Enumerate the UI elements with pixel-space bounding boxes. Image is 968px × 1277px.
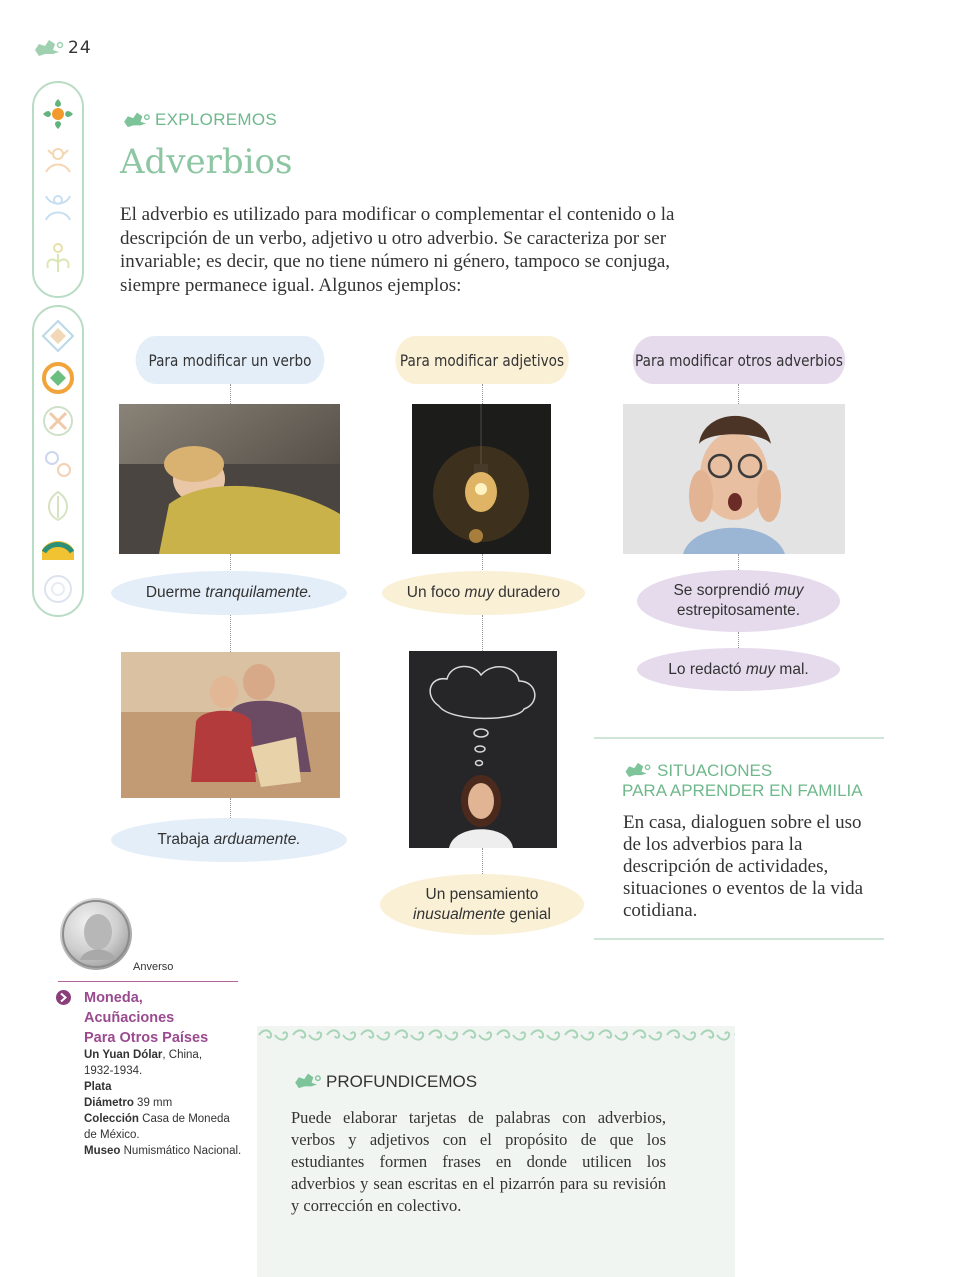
page-title: Adverbios	[120, 142, 293, 182]
example-verb-1: Duerme tranquilamente.	[111, 571, 347, 615]
flower-icon[interactable]	[40, 96, 76, 132]
category-verb: Para modificar un verbo	[135, 336, 325, 384]
circle-flower-icon[interactable]	[40, 571, 76, 607]
leaf-icon[interactable]	[40, 488, 76, 524]
example-verb-2: Trabaja arduamente.	[111, 818, 347, 862]
family-title: SITUACIONES PARA APRENDER EN FAMILIA	[622, 761, 863, 801]
connector	[230, 384, 231, 404]
coin-diameter-value: 39 mm	[133, 1097, 173, 1109]
connector	[482, 848, 483, 874]
page-header	[31, 36, 65, 62]
coin-metadata: Un Yuan Dólar, China, 1932-1934. Plata D…	[84, 1047, 244, 1159]
thinking-woman-photo	[409, 651, 557, 848]
page-number: 24	[68, 38, 92, 58]
category-adjective-label: Para modificar adjetivos	[399, 350, 565, 370]
hill-icon[interactable]	[40, 530, 76, 566]
example-adj-2-post: genial	[505, 905, 551, 923]
example-adv-2-pre: Lo redactó	[668, 660, 746, 678]
sprout-icon[interactable]	[40, 240, 76, 276]
section-label: EXPLOREMOS	[155, 110, 278, 129]
connector	[482, 384, 483, 404]
example-adv-1: Se sorprendió muy estrepitosamente.	[637, 570, 840, 632]
example-verb-2-adverb: arduamente.	[213, 831, 301, 848]
deepen-label: PROFUNDICEMOS	[326, 1072, 478, 1091]
sleeping-child-photo	[119, 404, 340, 554]
coin-name: Un Yuan Dólar	[84, 1049, 163, 1061]
family-text: En casa, dialoguen sobre el uso de los a…	[623, 812, 864, 921]
example-adj-2-line1: Un pensamiento	[425, 885, 539, 903]
coin-material: Plata	[84, 1081, 112, 1093]
connector	[738, 632, 739, 648]
example-verb-2-text: Trabaja	[157, 831, 214, 848]
coin-years: 1932-1934.	[84, 1065, 143, 1077]
example-adj-1-post: duradero	[493, 584, 561, 601]
coin-image	[60, 898, 132, 970]
coin-side-label: Anverso	[133, 961, 174, 973]
category-adverb-label: Para modificar otros adverbios	[635, 350, 843, 370]
deepen-glyph	[291, 1070, 323, 1094]
lightbulb-photo	[412, 404, 551, 554]
example-adv-1-adverb: muy	[774, 582, 804, 599]
example-verb-1-adverb: tranquilamente.	[205, 584, 313, 601]
coin-name-rest: , China,	[162, 1049, 203, 1061]
example-adv-1-line2: estrepitosamente.	[676, 602, 801, 619]
example-adj-1: Un foco muy duradero	[382, 571, 585, 615]
connector	[482, 554, 483, 572]
example-verb-1-text: Duerme	[145, 584, 206, 601]
coin-museum-label: Museo	[84, 1145, 121, 1157]
example-adv-2-post: mal.	[775, 660, 809, 678]
spiral-icon[interactable]	[40, 360, 76, 396]
connector	[230, 615, 231, 652]
square-pattern-icon[interactable]	[40, 403, 76, 439]
coin-title-line2: Acuñaciones	[84, 1010, 175, 1026]
coin-title-line3: Para Otros Países	[84, 1030, 209, 1046]
surprised-man-photo	[623, 404, 845, 554]
sun-figure-icon[interactable]	[40, 142, 76, 178]
coin-diameter-label: Diámetro	[84, 1097, 134, 1109]
connector	[230, 798, 231, 818]
connector	[482, 615, 483, 651]
section-glyph	[120, 109, 152, 133]
coin-title: Moneda, Acuñaciones Para Otros Países	[84, 988, 208, 1048]
coin-title-line1: Moneda,	[84, 990, 143, 1006]
example-adj-1-adverb: muy	[464, 584, 494, 601]
glyph-icon	[35, 40, 64, 56]
category-verb-label: Para modificar un verbo	[148, 350, 312, 370]
decorative-border	[257, 1026, 735, 1044]
coin-museum-value: Numismático Nacional.	[120, 1145, 242, 1157]
glyph-icon	[295, 1073, 321, 1089]
example-adv-1-pre: Se sorprendió	[673, 582, 775, 599]
example-adj-2-adverb: inusualmente	[413, 905, 506, 923]
example-adj-1-pre: Un foco	[406, 584, 465, 601]
family-title-line1: SITUACIONES	[657, 761, 773, 780]
glyph-icon	[124, 112, 150, 128]
divider	[58, 981, 238, 982]
diamond-icon[interactable]	[40, 318, 76, 354]
example-adv-2-adverb: muy	[745, 660, 776, 678]
example-adj-2: Un pensamiento inusualmente genial	[380, 874, 584, 935]
category-adjective: Para modificar adjetivos	[395, 336, 569, 384]
connector	[738, 384, 739, 404]
category-adverb: Para modificar otros adverbios	[632, 336, 846, 384]
family-title-line2: PARA APRENDER EN FAMILIA	[622, 781, 863, 800]
connector	[230, 554, 231, 572]
deepen-text: Puede elaborar tarjetas de palabras con …	[291, 1108, 666, 1215]
coin-collection-label: Colección	[84, 1113, 139, 1125]
intro-paragraph: El adverbio es utilizado para modificar …	[120, 204, 675, 296]
rings-icon[interactable]	[40, 446, 76, 482]
chevron-right-icon	[56, 990, 71, 1005]
connector	[738, 554, 739, 570]
woodworking-photo	[121, 652, 340, 798]
dancer-icon[interactable]	[40, 190, 76, 226]
example-adv-2: Lo redactó muy mal.	[637, 648, 840, 691]
